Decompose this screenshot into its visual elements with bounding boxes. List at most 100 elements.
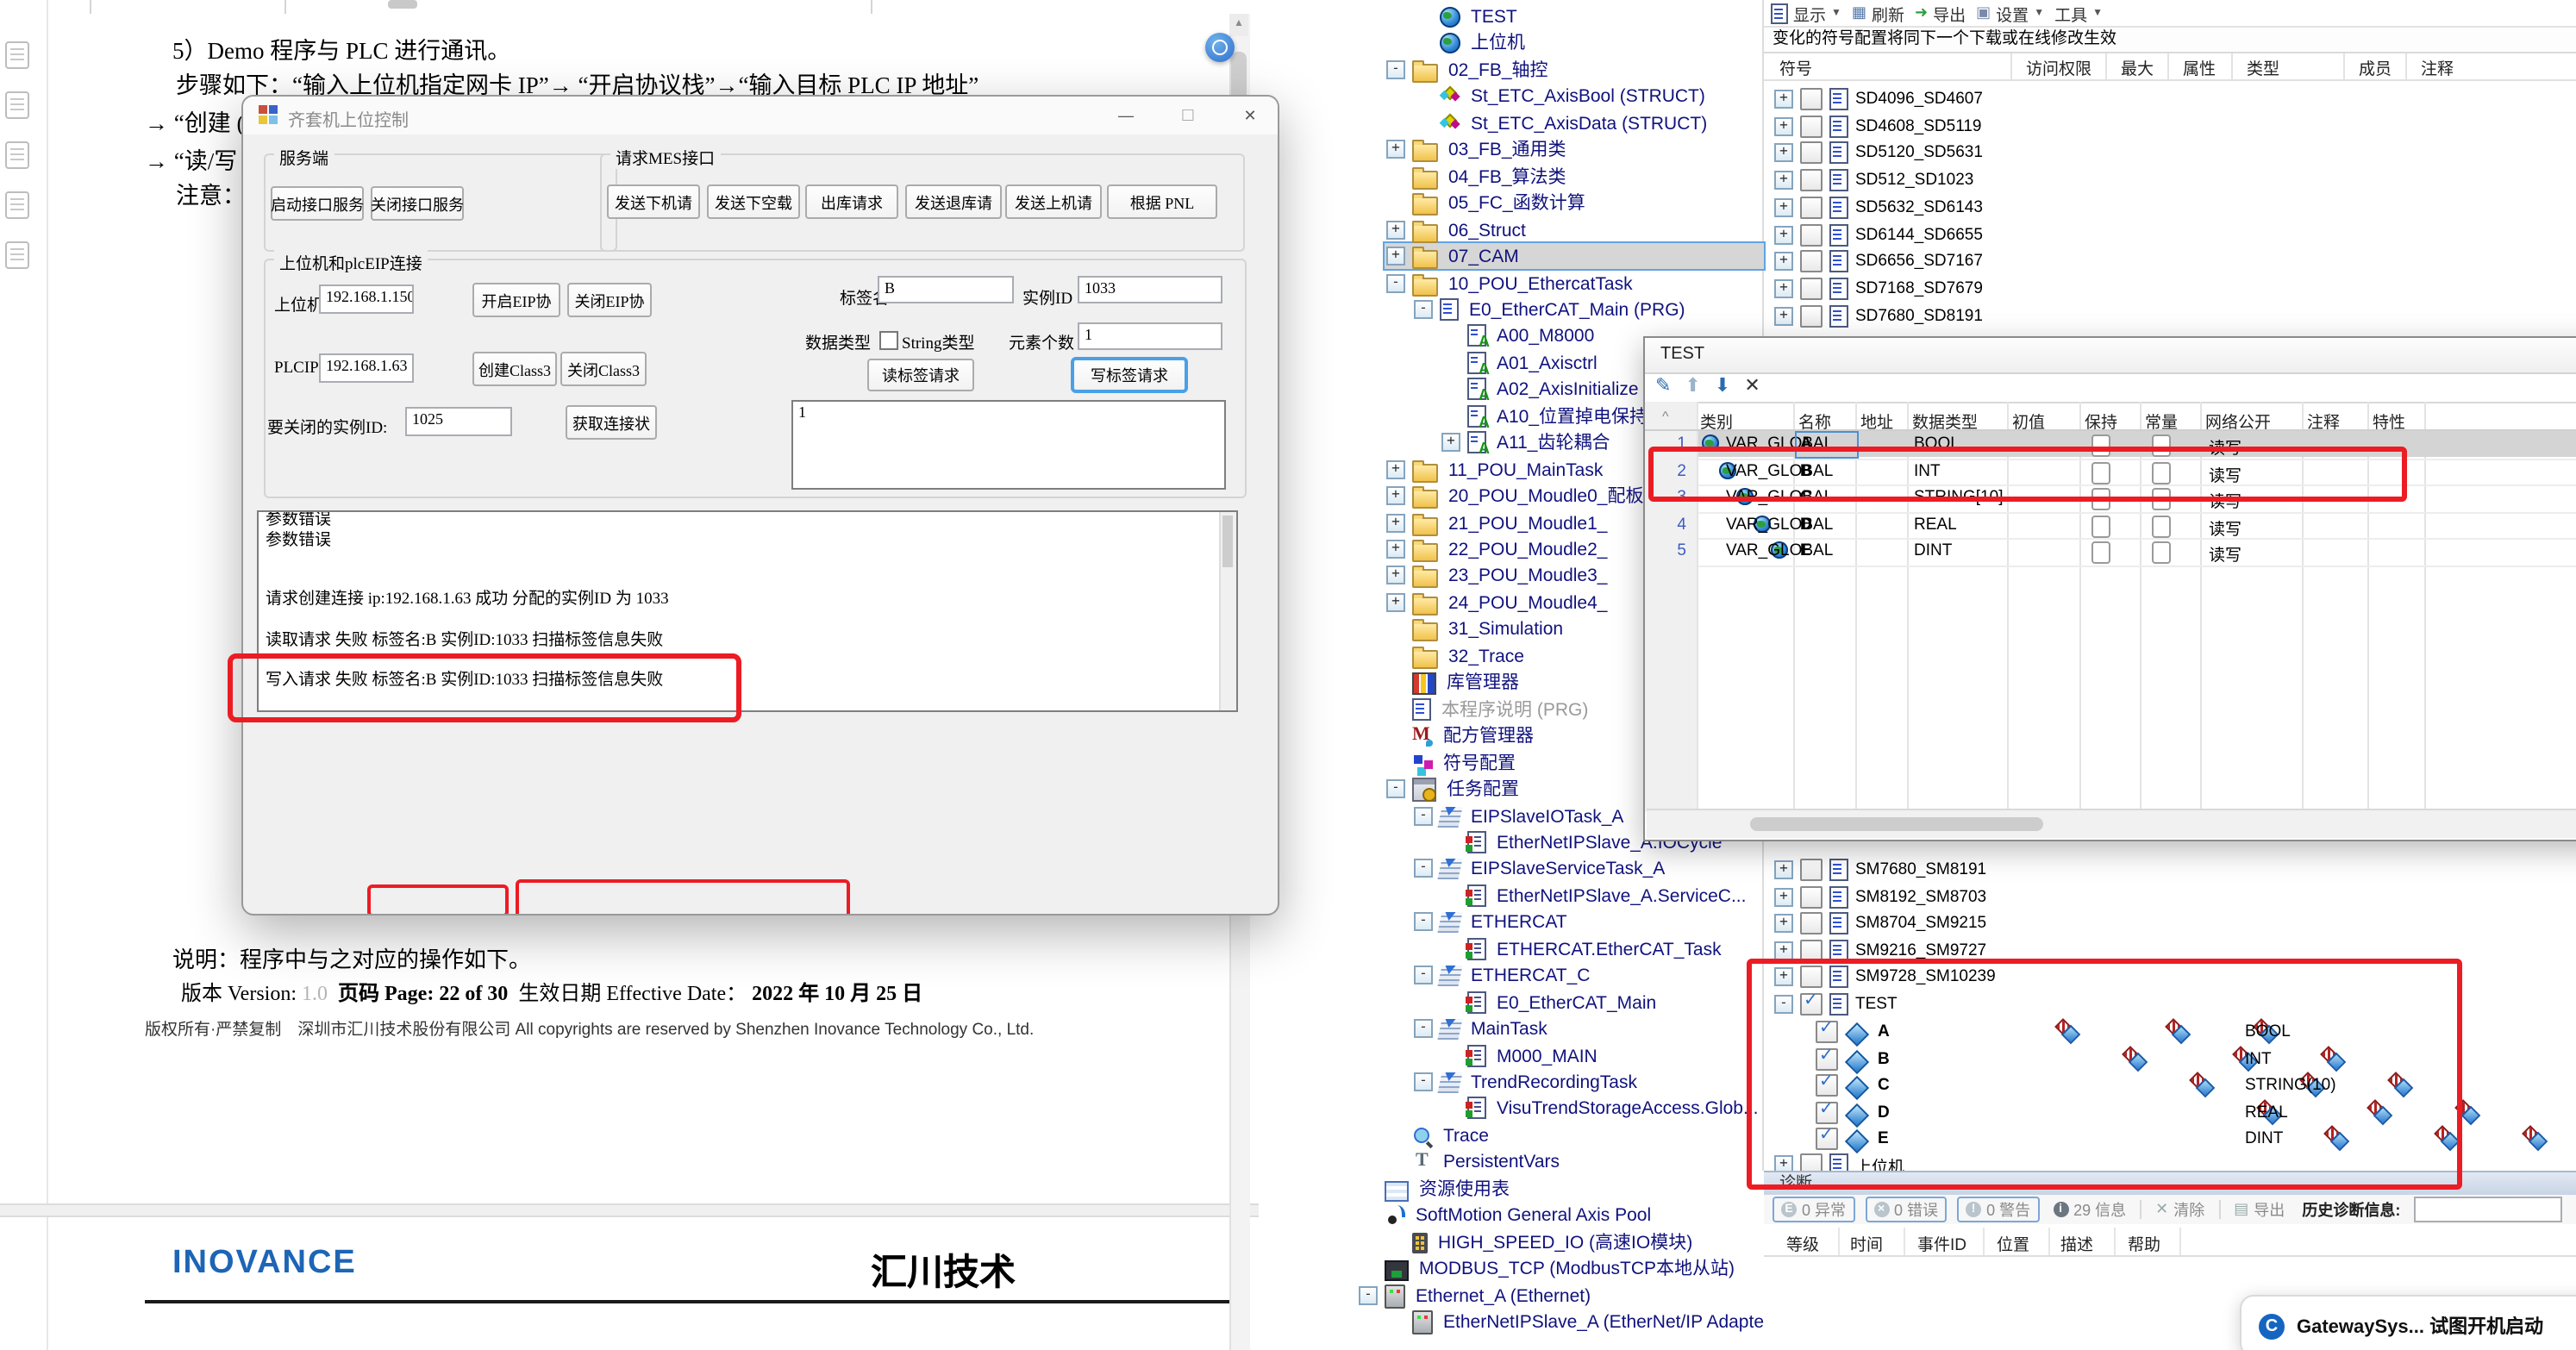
refresh-button[interactable]: ▦刷新 [1852, 1, 1904, 25]
cell-category[interactable]: VAR_GLOBAL [1726, 488, 1833, 507]
symbol-row[interactable]: +SM8192_SM8703 [1774, 884, 1986, 910]
symbol-row[interactable]: +SM7680_SM8191 [1774, 857, 1986, 883]
symbol-expand-toggle[interactable]: + [1774, 914, 1793, 933]
row-number[interactable]: 5 [1648, 541, 1686, 560]
plc-ip-input[interactable]: 192.168.1.63 [319, 353, 414, 383]
tree-item[interactable]: EtherNetIPSlave_A (EtherNet/IP Adapter) [1386, 1309, 1779, 1334]
tree-expand-toggle[interactable]: + [1386, 593, 1405, 612]
doc-sidebar-icon[interactable] [5, 41, 29, 69]
cell-network-access[interactable]: 读写 [2209, 434, 2241, 459]
symbol-checkbox[interactable] [1800, 859, 1823, 881]
symbol-row[interactable]: +SM8704_SM9215 [1774, 910, 1986, 936]
symbol-checkbox[interactable] [1816, 1102, 1838, 1124]
tree-item[interactable]: -E0_EtherCAT_Main (PRG) [1414, 297, 1689, 322]
tree-expand-toggle[interactable]: - [1414, 912, 1433, 931]
symbol-expand-toggle[interactable]: + [1774, 90, 1793, 109]
close-id-input[interactable]: 1025 [405, 407, 512, 436]
assistant-float-button[interactable] [1205, 33, 1235, 62]
cell-datatype[interactable]: REAL [1914, 515, 1957, 534]
tree-item[interactable]: +20_POU_Moudle0_配板机 [1386, 483, 1665, 509]
symbol-row[interactable]: +SD4096_SD4607 [1774, 86, 1983, 112]
instance-input[interactable]: 1033 [1078, 276, 1222, 303]
symbol-row[interactable]: +SD6144_SD6655 [1774, 222, 1983, 248]
diagnostics-column-header[interactable]: 事件ID [1917, 1231, 1966, 1255]
host-ip-input[interactable]: 192.168.1.150 [319, 284, 414, 314]
row-number[interactable]: 2 [1648, 461, 1686, 480]
tree-item[interactable]: -MainTask [1414, 1016, 1551, 1041]
symbol-checkbox[interactable] [1800, 886, 1823, 909]
tree-item[interactable]: +07_CAM [1386, 243, 1522, 269]
symbol-expand-toggle[interactable]: - [1774, 995, 1793, 1014]
tree-item[interactable]: VisuTrendStorageAccess.Glob... [1441, 1095, 1762, 1121]
tree-item[interactable]: +A11_齿轮耦合 [1441, 429, 1614, 455]
symbol-checkbox[interactable] [1800, 224, 1823, 247]
tree-item[interactable]: -EIPSlaveServiceTask_A [1414, 855, 1668, 881]
tree-expand-toggle[interactable]: + [1386, 247, 1405, 266]
retain-checkbox[interactable] [2091, 541, 2110, 564]
mes-button[interactable]: 发送上机请 [1005, 184, 1102, 219]
tree-expand-toggle[interactable]: - [1414, 1072, 1433, 1091]
tree-item[interactable]: 04_FB_算法类 [1386, 164, 1570, 190]
symbol-variable-row[interactable]: D [1816, 1100, 1890, 1126]
export-button[interactable]: ➜导出 [1915, 1, 1966, 25]
move-down-icon[interactable]: ⬇ [1715, 378, 1730, 397]
cell-datatype[interactable]: DINT [1914, 541, 1952, 560]
symbol-row[interactable]: +SD5120_SD5631 [1774, 140, 1983, 166]
tree-expand-toggle[interactable]: - [1386, 779, 1405, 798]
tree-item[interactable]: -任务配置 [1386, 776, 1522, 802]
tree-expand-toggle[interactable]: + [1386, 221, 1405, 240]
tree-item[interactable]: 05_FC_函数计算 [1386, 190, 1589, 216]
tree-item[interactable]: -02_FB_轴控 [1386, 57, 1552, 83]
symbol-checkbox[interactable] [1800, 305, 1823, 328]
get-state-button[interactable]: 获取连接状 [566, 405, 657, 440]
symbol-checkbox[interactable] [1800, 993, 1823, 1016]
tag-input[interactable]: B [878, 276, 1014, 303]
constant-checkbox[interactable] [2152, 541, 2171, 564]
tree-item[interactable]: +23_POU_Moudle3_ [1386, 562, 1610, 588]
symbol-expand-toggle[interactable]: + [1774, 860, 1793, 879]
tree-item[interactable]: 32_Trace [1386, 643, 1528, 669]
doc-sidebar-icon[interactable] [5, 141, 29, 169]
write-tag-button[interactable]: 写标签请求 [1071, 357, 1188, 393]
log-scrollbar[interactable] [1219, 512, 1236, 710]
clear-button[interactable]: ✕清除 [2152, 1198, 2208, 1221]
delete-icon[interactable]: ✕ [1744, 378, 1760, 397]
diagnostics-column-header[interactable]: 等级 [1786, 1231, 1819, 1255]
tree-expand-toggle[interactable]: + [1386, 540, 1405, 559]
close-eip-button[interactable]: 关闭EIP协 [567, 283, 652, 317]
tree-expand-toggle[interactable]: + [1386, 140, 1405, 159]
cell-name[interactable]: C [1800, 488, 1812, 507]
symbol-column-header[interactable]: 成员 [2359, 55, 2392, 79]
tree-item[interactable]: SoftMotion General Axis Pool [1359, 1202, 1654, 1228]
symbol-checkbox[interactable] [1800, 250, 1823, 272]
row-number[interactable]: 1 [1648, 434, 1686, 453]
retain-checkbox[interactable] [2091, 515, 2110, 537]
mes-button[interactable]: 根据 PNL [1107, 184, 1217, 219]
symbol-expand-toggle[interactable]: + [1774, 226, 1793, 245]
symbol-variable-row[interactable]: B [1816, 1047, 1890, 1072]
symbol-row[interactable]: +SD6656_SD7167 [1774, 248, 1983, 274]
minimize-icon[interactable]: — [1110, 103, 1141, 128]
symbol-row[interactable]: +SM9216_SM9727 [1774, 938, 1986, 964]
exception-filter[interactable]: E0 异常 [1773, 1197, 1854, 1222]
sort-icon[interactable]: ^ [1662, 409, 1669, 424]
symbol-row[interactable]: +SD5632_SD6143 [1774, 195, 1983, 221]
tree-item[interactable]: +21_POU_Moudle1_ [1386, 510, 1610, 536]
tree-item[interactable]: PersistentVars [1386, 1148, 1563, 1174]
symbol-checkbox[interactable] [1816, 1021, 1838, 1043]
cell-datatype[interactable]: STRING[10] [1914, 488, 2004, 507]
tree-item[interactable]: TEST [1414, 3, 1521, 29]
symbol-expand-toggle[interactable]: + [1774, 117, 1793, 136]
tree-expand-toggle[interactable]: - [1414, 300, 1433, 319]
symbol-column-header[interactable]: 属性 [2183, 55, 2216, 79]
symbol-checkbox[interactable] [1816, 1128, 1838, 1150]
retain-checkbox[interactable] [2091, 461, 2110, 484]
symbol-row[interactable]: +SD7168_SD7679 [1774, 276, 1983, 302]
cell-category[interactable]: VAR_GLOBAL [1726, 461, 1833, 480]
cell-category[interactable]: VAR_GLOBAL [1726, 541, 1833, 560]
tree-item[interactable]: 上位机 [1414, 29, 1529, 55]
tree-expand-toggle[interactable]: + [1386, 514, 1405, 533]
tree-item[interactable]: -ETHERCAT [1414, 909, 1571, 934]
symbol-column-header[interactable]: 访问权限 [2026, 55, 2091, 79]
settings-menu[interactable]: ▣设置▼ [1976, 1, 2044, 25]
